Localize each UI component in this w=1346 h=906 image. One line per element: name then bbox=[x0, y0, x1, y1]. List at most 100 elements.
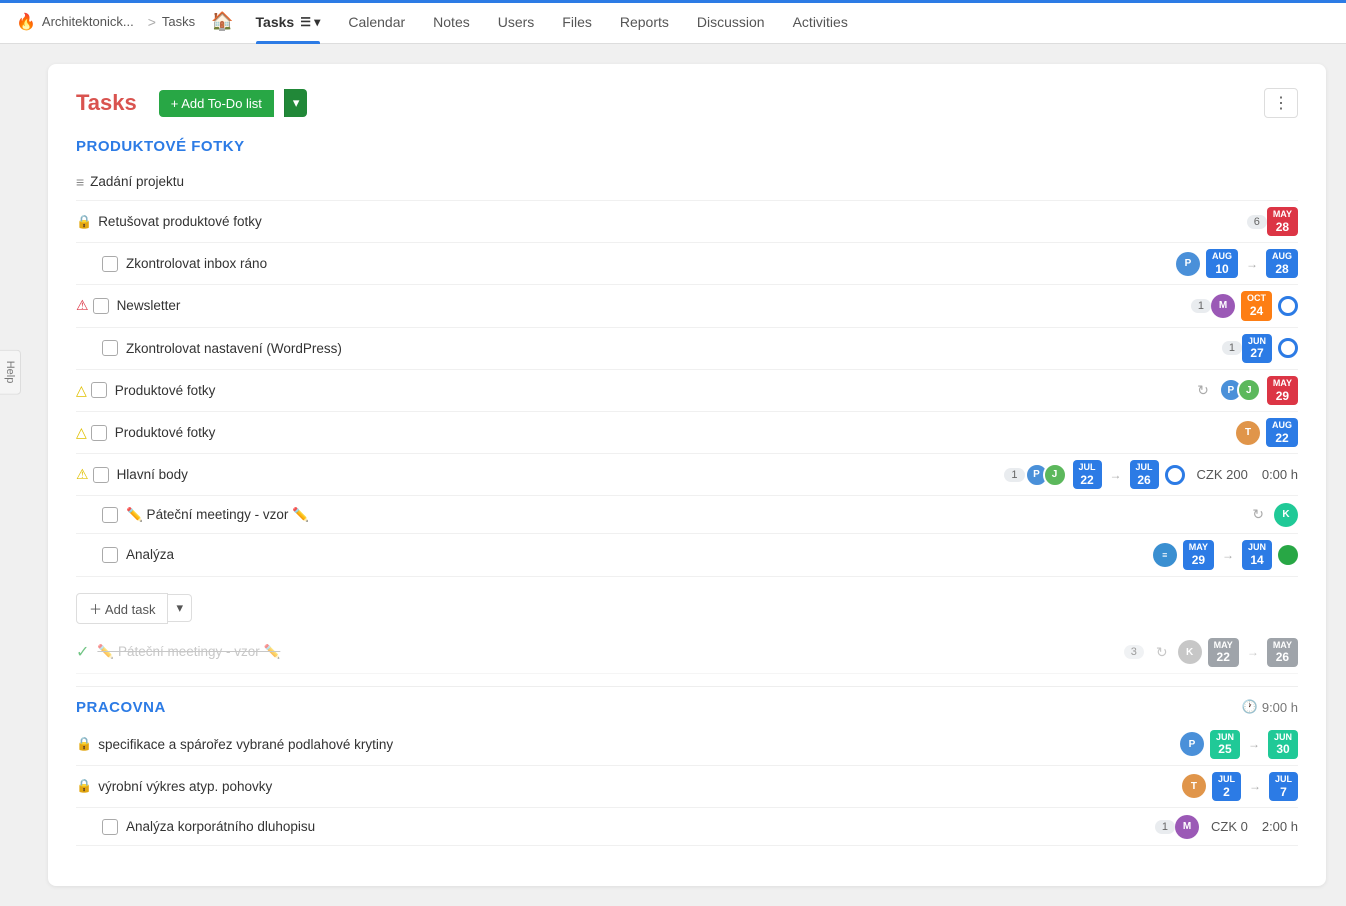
more-options-button[interactable]: ⋮ bbox=[1264, 88, 1298, 118]
nav-users[interactable]: Users bbox=[484, 0, 549, 44]
task-count: 1 bbox=[1004, 468, 1024, 482]
add-task-caret-button[interactable]: ▾ bbox=[168, 594, 192, 622]
task-name: specifikace a spárořez vybrané podlahové… bbox=[98, 737, 1180, 752]
task-name: Produktové fotky bbox=[115, 425, 1236, 440]
avatar: M bbox=[1211, 294, 1235, 318]
section-divider bbox=[76, 686, 1298, 687]
status-circle-green-icon bbox=[1278, 545, 1298, 565]
task-count: 6 bbox=[1247, 215, 1267, 229]
avatar: T bbox=[1182, 774, 1206, 798]
avatar: M bbox=[1175, 815, 1199, 839]
task-name: Newsletter bbox=[117, 298, 1185, 313]
date-badge: May29 bbox=[1183, 540, 1214, 569]
task-right: M Oct24 bbox=[1211, 291, 1298, 320]
date-badge: May28 bbox=[1267, 207, 1298, 236]
date-badge: Aug28 bbox=[1266, 249, 1298, 278]
task-name: výrobní výkres atyp. pohovky bbox=[98, 779, 1182, 794]
lock-icon: 🔒 bbox=[76, 778, 92, 794]
table-row: Zkontrolovat inbox ráno P Aug10 → Aug28 bbox=[76, 243, 1298, 285]
nav-notes[interactable]: Notes bbox=[419, 0, 484, 44]
add-task-button[interactable]: ＋ Add task bbox=[76, 593, 168, 624]
avatar: K bbox=[1274, 503, 1298, 527]
task-count: 1 bbox=[1222, 341, 1242, 355]
task-checkbox[interactable] bbox=[91, 425, 107, 441]
warning-icon: △ bbox=[76, 382, 87, 399]
sync-icon: ↻ bbox=[1197, 382, 1209, 399]
task-checkbox[interactable] bbox=[93, 298, 109, 314]
task-right: Jun27 bbox=[1242, 334, 1298, 363]
table-row: ⚠ Hlavní body 1 P J Jul22 → Jul26 bbox=[76, 454, 1298, 496]
add-todo-caret-button[interactable]: ▾ bbox=[284, 89, 308, 117]
task-checkbox[interactable] bbox=[102, 256, 118, 272]
section-produktove-fotky-header: Produktové fotky bbox=[76, 138, 1298, 155]
brand-area[interactable]: 🔥 Architektonick... bbox=[16, 12, 134, 32]
table-row: 🔒 specifikace a spárořez vybrané podlaho… bbox=[76, 724, 1298, 766]
date-arrow: → bbox=[1222, 548, 1234, 562]
help-button[interactable]: Help bbox=[0, 350, 21, 395]
table-row: △ Produktové fotky ↻ P J May29 bbox=[76, 370, 1298, 412]
main-wrapper: Tasks + Add To-Do list ▾ ⋮ Produktové fo… bbox=[28, 44, 1346, 906]
table-row: ✏️ Páteční meetingy - vzor ✏️ ↻ K bbox=[76, 496, 1298, 534]
note-icon: ≡ bbox=[76, 174, 84, 190]
avatar: P bbox=[1176, 252, 1200, 276]
date-badge: Aug22 bbox=[1266, 418, 1298, 447]
section-title-pracovna: PRACOVNA bbox=[76, 699, 166, 716]
completed-task-name: ✏️ Páteční meetingy - vzor ✏️ bbox=[97, 644, 1109, 660]
lock-icon: 🔒 bbox=[76, 214, 92, 230]
tasks-header: Tasks + Add To-Do list ▾ ⋮ bbox=[76, 88, 1298, 118]
nav-tasks[interactable]: Tasks ☰ ▾ bbox=[242, 0, 335, 44]
task-checkbox[interactable] bbox=[102, 340, 118, 356]
date-badge: Oct24 bbox=[1241, 291, 1272, 320]
avatar-group: P J bbox=[1025, 463, 1067, 487]
date-badge: Jul2 bbox=[1212, 772, 1241, 801]
task-name: Analýza korporátního dluhopisu bbox=[126, 819, 1149, 834]
nav-files[interactable]: Files bbox=[548, 0, 606, 44]
task-name: ✏️ Páteční meetingy - vzor ✏️ bbox=[126, 507, 1248, 523]
section-pracovna-header: PRACOVNA 🕐 9:00 h bbox=[76, 699, 1298, 716]
clock-icon: 🕐 bbox=[1242, 699, 1258, 715]
add-todo-button[interactable]: + Add To-Do list bbox=[159, 90, 274, 117]
date-badge: May29 bbox=[1267, 376, 1298, 405]
date-badge: Jul26 bbox=[1130, 460, 1159, 489]
warning-icon: ⚠ bbox=[76, 466, 89, 483]
date-badge: Jul7 bbox=[1269, 772, 1298, 801]
nav-activities[interactable]: Activities bbox=[779, 0, 862, 44]
task-right: ↻ K May22 → May26 bbox=[1152, 638, 1298, 667]
avatar: J bbox=[1237, 378, 1261, 402]
date-arrow: → bbox=[1246, 257, 1258, 271]
task-name: Retušovat produktové fotky bbox=[98, 214, 1241, 229]
task-name: Zadání projektu bbox=[90, 174, 1298, 189]
section-title-produktove-fotky: Produktové fotky bbox=[76, 138, 245, 155]
table-row: Analýza korporátního dluhopisu 1 M CZK 0… bbox=[76, 808, 1298, 846]
task-right: ↻ K bbox=[1248, 503, 1298, 527]
task-time: 0:00 h bbox=[1262, 467, 1298, 482]
task-name: Analýza bbox=[126, 547, 1153, 562]
task-checkbox[interactable] bbox=[102, 547, 118, 563]
nav-calendar[interactable]: Calendar bbox=[334, 0, 419, 44]
home-link[interactable]: 🏠 bbox=[211, 11, 233, 32]
completed-task-row: ✓ ✏️ Páteční meetingy - vzor ✏️ 3 ↻ K Ma… bbox=[76, 632, 1298, 674]
task-checkbox[interactable] bbox=[93, 467, 109, 483]
date-badge: Jun25 bbox=[1210, 730, 1240, 759]
task-right: ↻ P J May29 bbox=[1193, 376, 1298, 405]
task-checkbox[interactable] bbox=[102, 819, 118, 835]
task-name: Zkontrolovat inbox ráno bbox=[126, 256, 1176, 271]
task-cost: CZK 200 bbox=[1197, 467, 1248, 482]
nav-reports[interactable]: Reports bbox=[606, 0, 683, 44]
table-row: Zkontrolovat nastavení (WordPress) 1 Jun… bbox=[76, 328, 1298, 370]
table-row: ⚠ Newsletter 1 M Oct24 bbox=[76, 285, 1298, 327]
task-right: ≡ May29 → Jun14 bbox=[1153, 540, 1298, 569]
task-list-produktove-fotky: ≡ Zadání projektu 🔒 Retušovat produktové… bbox=[76, 163, 1298, 577]
add-task-row: ＋ Add task ▾ bbox=[76, 593, 1298, 624]
nav-discussion[interactable]: Discussion bbox=[683, 0, 779, 44]
breadcrumb-separator: > bbox=[148, 14, 156, 30]
brand-name: Architektonick... bbox=[42, 14, 134, 29]
task-checkbox[interactable] bbox=[91, 382, 107, 398]
task-name: Hlavní body bbox=[117, 467, 999, 482]
task-name: Zkontrolovat nastavení (WordPress) bbox=[126, 341, 1216, 356]
date-badge: May26 bbox=[1267, 638, 1298, 667]
task-count: 1 bbox=[1191, 299, 1211, 313]
breadcrumb-current: Tasks bbox=[162, 14, 195, 29]
date-badge: May22 bbox=[1208, 638, 1239, 667]
task-checkbox[interactable] bbox=[102, 507, 118, 523]
